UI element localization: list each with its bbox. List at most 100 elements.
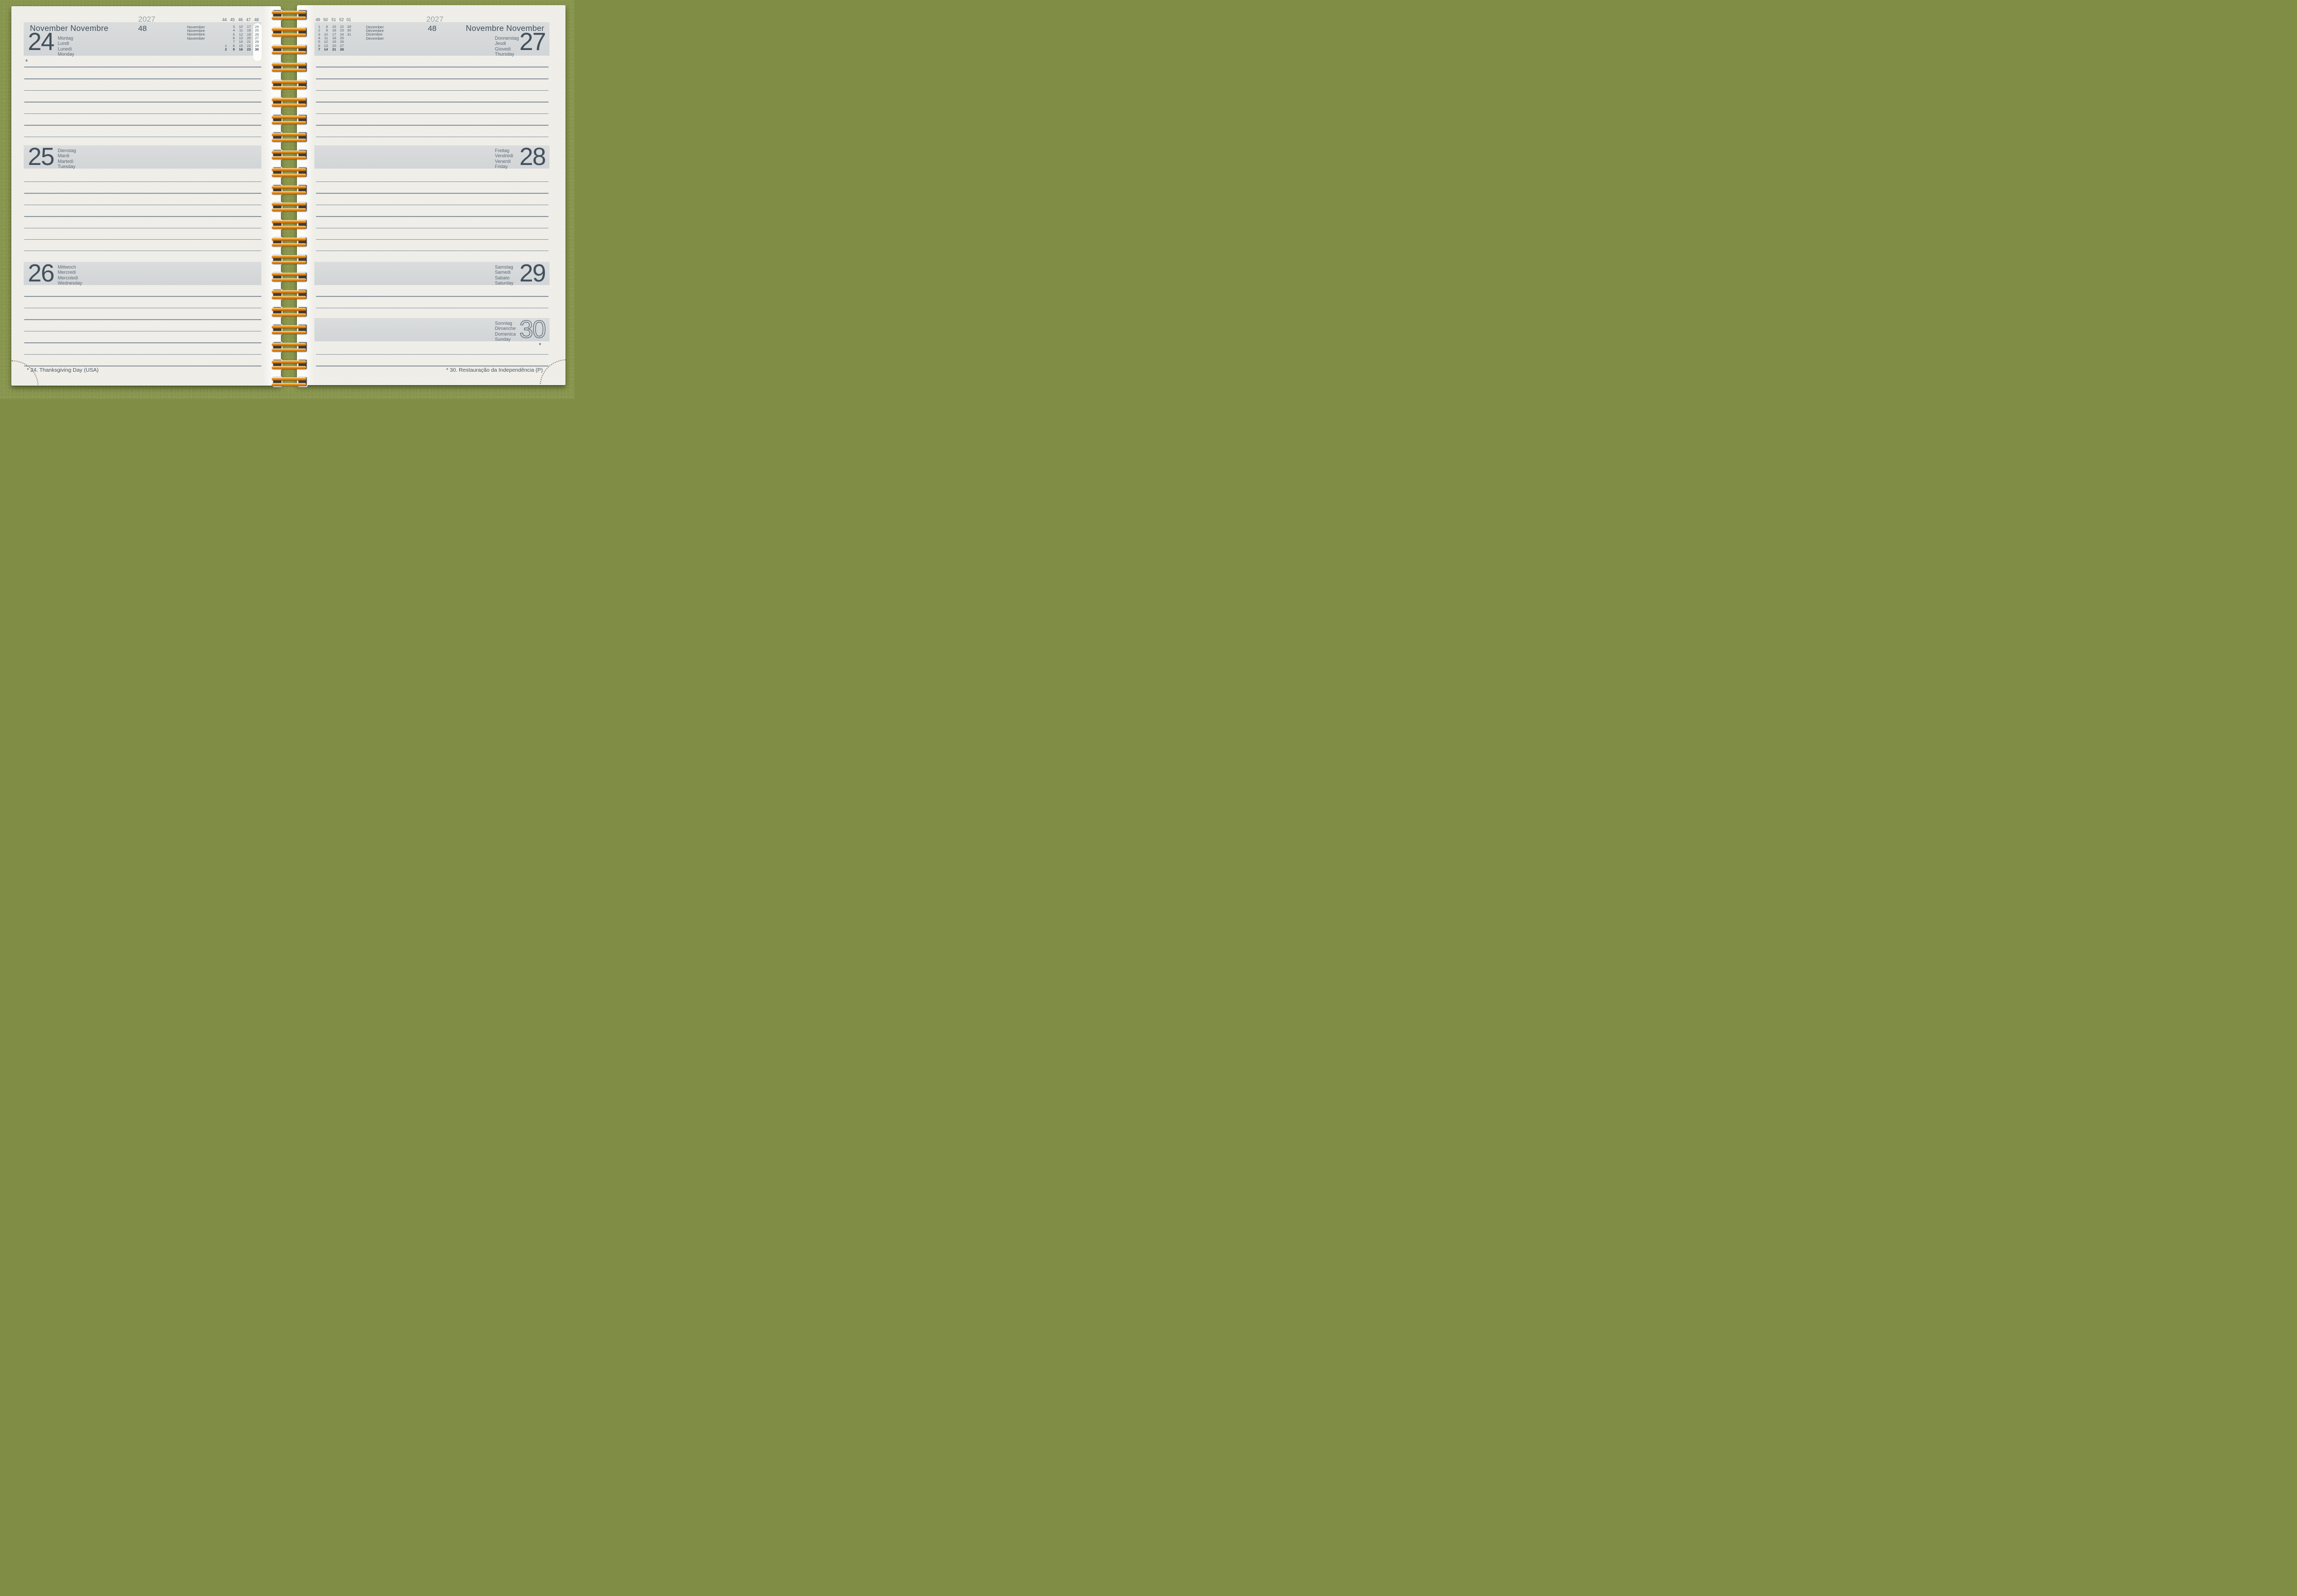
binding-wire: [272, 313, 306, 317]
mini-calendar-day: 15: [328, 25, 336, 29]
binding-wire: [272, 296, 306, 299]
binding-wire: [272, 343, 306, 346]
mini-calendar-day: 18: [243, 29, 251, 32]
mini-calendar-day: 3: [227, 25, 235, 29]
binding-wire: [272, 174, 306, 177]
mini-calendar-day: 27: [336, 44, 344, 48]
mini-calendar-day: 11: [320, 37, 328, 40]
binding-wire: [272, 290, 306, 293]
ruled-line: [316, 90, 548, 91]
ruled-line: [24, 239, 261, 240]
ruled-line: [24, 205, 261, 206]
binding-wire: [272, 11, 306, 14]
binding-wire: [272, 115, 306, 119]
binding-wire: [272, 278, 306, 281]
ruled-line: [316, 251, 548, 252]
mini-calendar-day: 10: [235, 25, 243, 29]
binding-wire: [272, 133, 306, 136]
binding-wire: [272, 16, 306, 20]
ruled-line: [24, 66, 261, 68]
ruled-line: [316, 66, 548, 68]
ruled-line: [316, 113, 548, 114]
mini-calendar-day: 7: [227, 40, 235, 44]
mini-calendar-day: 16: [235, 48, 243, 52]
ruled-line: [24, 216, 261, 217]
binding-wire: [272, 331, 306, 334]
footnote-left: * 24. Thanksgiving Day (USA): [27, 367, 98, 373]
mini-calendar-day: 12: [235, 33, 243, 37]
footnote-marker: *: [25, 58, 36, 65]
mini-calendar-day: 30: [343, 29, 351, 32]
mini-calendar-day: 29: [343, 25, 351, 29]
day-names-27: Donnerstag Jeudi Giovedì Thursday: [495, 36, 519, 57]
mini-calendar-day: 14: [235, 40, 243, 44]
mini-calendar-day: 21: [243, 40, 251, 44]
binding-wire: [272, 243, 306, 246]
binding-wire: [272, 383, 306, 386]
mini-calendar-day: 4: [227, 29, 235, 32]
planner-spread: 2027 * 24. Thanksgiving Day (USA) Novemb…: [0, 0, 574, 399]
day-names-28: Freitag Vendredi Venerdì Friday: [495, 148, 513, 169]
mini-calendar-day: 30: [251, 48, 259, 52]
mini-calendar-day: 23: [243, 48, 251, 52]
ruled-line: [24, 365, 261, 367]
week-number-header: 01: [341, 18, 351, 22]
ruled-line: [24, 331, 261, 332]
ruled-line: [24, 90, 261, 91]
binding-wire: [272, 238, 306, 241]
mini-calendar-day: 6: [312, 44, 320, 48]
day-names-24: Montag Lundi Lunedì Monday: [58, 36, 74, 57]
mini-calendar-day: 2: [312, 29, 320, 32]
mini-calendar-day: 6: [227, 37, 235, 40]
mini-calendar-day: 13: [235, 37, 243, 40]
mini-calendar-day: 12: [320, 40, 328, 44]
mini-calendar-day: 18: [328, 37, 336, 40]
ruled-line: [316, 365, 548, 367]
mini-calendar-day: 1: [312, 25, 320, 29]
ruled-line: [316, 78, 548, 79]
binding-wire: [272, 121, 306, 124]
ruled-line: [24, 113, 261, 114]
binding-wire: [272, 139, 306, 142]
left-page: 2027 * 24. Thanksgiving Day (USA) Novemb…: [11, 6, 281, 386]
mini-calendar-day: 8: [227, 44, 235, 48]
day-names-30: Sonntag Dimanche Domenica Sunday: [495, 321, 516, 342]
ruled-line: [316, 102, 548, 103]
mini-calendar-day: 5: [227, 33, 235, 37]
binding-wire: [272, 203, 306, 206]
mini-calendar-day: 8: [320, 25, 328, 29]
binding-wire: [272, 34, 306, 37]
mini-calendar-day: 2: [219, 48, 227, 52]
ruled-line: [316, 125, 548, 126]
day-names-26: Mittwoch Mercredi Mercoledì Wednesday: [58, 264, 82, 286]
ruled-line: [24, 296, 261, 297]
ruled-line: [24, 342, 261, 343]
binding-wire: [272, 308, 306, 311]
day-header-band-25: 25Dienstag Mardi Martedì Tuesday: [24, 145, 261, 169]
ruled-line: [24, 354, 261, 355]
mini-calendar-day: 21: [328, 48, 336, 52]
binding-wire: [272, 208, 306, 211]
right-page: 2027 * 30. Restauração da Independência …: [297, 5, 565, 385]
binding-wire: [272, 156, 306, 159]
mini-calendar-day: 20: [328, 44, 336, 48]
ruled-line: [24, 251, 261, 252]
mini-calendar-day: 24: [251, 25, 259, 29]
mini-calendar-day: 9: [320, 29, 328, 32]
ruled-line: [316, 228, 548, 229]
day-header-band-26: 26Mittwoch Mercredi Mercoledì Wednesday: [24, 262, 261, 285]
mini-calendar-day: 22: [243, 44, 251, 48]
day-names-25: Dienstag Mardi Martedì Tuesday: [58, 148, 76, 169]
day-header-band-30: 30Sonntag Dimanche Domenica Sunday: [314, 318, 550, 341]
mini-calendar-day: 11: [235, 29, 243, 32]
footnote-right: * 30. Restauração da Independência (P): [400, 367, 543, 373]
day-names-29: Samstag Samedi Sabato Saturday: [495, 264, 513, 286]
binding-wire: [272, 63, 306, 66]
perforation-arc: [540, 359, 565, 385]
binding-wire: [272, 191, 306, 194]
footnote-marker: *: [503, 341, 541, 349]
mini-calendar-day: 25: [336, 37, 344, 40]
binding-wire: [272, 69, 306, 72]
mini-calendar-day: 4: [312, 37, 320, 40]
mini-calendar-day: 25: [251, 29, 259, 32]
